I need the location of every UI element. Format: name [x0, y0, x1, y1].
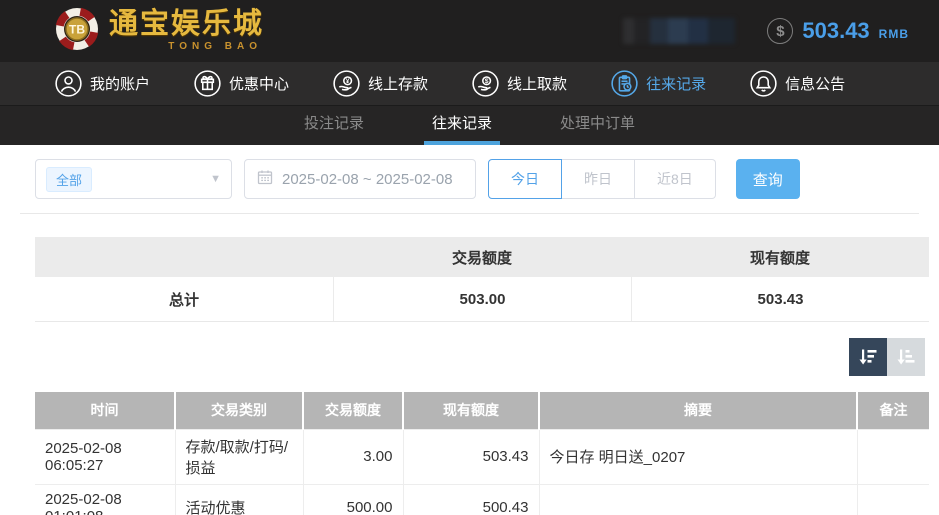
table-header-row: 时间 交易类别 交易额度 现有额度 摘要 备注	[35, 392, 929, 429]
nav-item-my-account[interactable]: 我的账户	[55, 70, 150, 97]
today-button[interactable]: 今日	[488, 159, 562, 199]
col-header-transaction-type: 交易类别	[175, 392, 304, 429]
sort-controls	[0, 338, 925, 376]
cell-remark	[856, 428, 929, 485]
table-row: 2025-02-08 01:01:08 活动优惠 500.00 500.43	[35, 483, 929, 515]
svg-text:¥: ¥	[346, 78, 350, 85]
casino-chip-icon: TB	[55, 7, 99, 56]
summary-total-label: 总计	[168, 291, 199, 309]
summary-total-row: 总计 503.00 503.43	[35, 277, 929, 322]
cell-time: 2025-02-08 01:01:08	[35, 483, 176, 515]
balance-currency: RMB	[878, 26, 909, 41]
col-header-remark: 备注	[857, 392, 929, 429]
filter-row: 全部 ▼ 2025-02-08 ~ 2025-02-08 今日 昨日 近8日 查…	[35, 159, 939, 199]
tab-bet-records[interactable]: 投注记录	[296, 106, 372, 145]
cell-summary: 今日存 明日送_0207	[538, 428, 858, 485]
summary-header-blank	[35, 237, 333, 277]
section-divider	[20, 213, 919, 214]
date-range-input[interactable]: 2025-02-08 ~ 2025-02-08	[244, 159, 476, 199]
top-header: TB 通宝娱乐城 TONG BAO $ 503.43 RMB	[0, 0, 939, 62]
selected-type-tag: 全部	[46, 166, 93, 192]
brand-name-en: TONG BAO	[168, 41, 263, 52]
summary-table-header: 交易额度 现有额度	[35, 237, 929, 277]
nav-item-label: 往来记录	[646, 76, 707, 93]
table-row: 2025-02-08 06:05:27 存款/取款/打码/损益 3.00 503…	[35, 428, 929, 485]
main-nav: 我的账户 优惠中心 ¥ 线上存款 $ 线上取款 往来记录 信息公告	[0, 62, 939, 105]
search-button[interactable]: 查询	[735, 159, 800, 199]
nav-item-label: 优惠中心	[229, 76, 290, 93]
svg-text:TB: TB	[69, 22, 85, 36]
summary-header-transaction-amount: 交易额度	[451, 249, 512, 267]
nav-item-withdraw[interactable]: $ 线上取款	[472, 70, 567, 97]
tab-pending-orders[interactable]: 处理中订单	[552, 106, 643, 145]
gift-icon	[194, 70, 221, 97]
summary-transaction-amount: 503.00	[333, 277, 631, 321]
nav-item-announcements[interactable]: 信息公告	[750, 70, 845, 97]
sort-asc-icon[interactable]	[887, 338, 925, 376]
tab-transaction-records[interactable]: 往来记录	[423, 106, 501, 145]
cell-transaction-amount: 500.00	[302, 483, 404, 515]
date-range-value: 2025-02-08 ~ 2025-02-08	[282, 170, 453, 188]
username-redacted	[623, 18, 736, 44]
cell-transaction-type: 活动优惠	[174, 483, 304, 515]
brand-text: 通宝娱乐城 TONG BAO	[109, 8, 265, 53]
nav-item-label: 线上存款	[368, 76, 429, 93]
type-select-dropdown[interactable]: 全部 ▼	[35, 159, 232, 199]
subtab-bar: 投注记录 往来记录 处理中订单	[0, 105, 939, 145]
nav-item-records[interactable]: 往来记录	[611, 70, 706, 97]
withdraw-icon: $	[472, 70, 499, 97]
quick-date-buttons: 今日 昨日 近8日	[488, 159, 716, 199]
svg-text:$: $	[485, 78, 489, 85]
cell-current-amount: 503.43	[402, 428, 540, 485]
sort-desc-icon[interactable]	[849, 338, 887, 376]
yesterday-button[interactable]: 昨日	[562, 159, 635, 199]
cell-transaction-type: 存款/取款/打码/损益	[174, 428, 304, 485]
cell-summary	[538, 483, 858, 515]
balance-amount: 503.43	[802, 18, 870, 43]
cell-transaction-amount: 3.00	[302, 428, 404, 485]
nav-item-label: 线上取款	[507, 76, 568, 93]
col-header-transaction-amount: 交易额度	[303, 392, 404, 429]
nav-item-deposit[interactable]: ¥ 线上存款	[333, 70, 428, 97]
cell-remark	[856, 483, 929, 515]
balance-display[interactable]: $ 503.43 RMB	[767, 18, 909, 44]
user-icon	[55, 70, 82, 97]
col-header-summary: 摘要	[539, 392, 858, 429]
bell-icon	[750, 70, 777, 97]
brand-logo[interactable]: TB 通宝娱乐城 TONG BAO	[55, 7, 264, 56]
cell-time: 2025-02-08 06:05:27	[35, 428, 176, 485]
nav-item-promotions[interactable]: 优惠中心	[194, 70, 289, 97]
records-icon	[611, 70, 638, 97]
summary-table: 交易额度 现有额度 总计 503.00 503.43	[35, 237, 929, 322]
transactions-table: 时间 交易类别 交易额度 现有额度 摘要 备注 2025-02-08 06:05…	[35, 392, 929, 515]
nav-item-label: 信息公告	[785, 76, 846, 93]
calendar-icon	[257, 169, 273, 189]
summary-current-amount: 503.43	[631, 277, 929, 321]
cell-current-amount: 500.43	[402, 483, 540, 515]
transaction-records-page: TB 通宝娱乐城 TONG BAO $ 503.43 RMB 我的账户 优惠中心…	[0, 0, 939, 515]
col-header-time: 时间	[35, 392, 176, 429]
chevron-down-icon: ▼	[210, 173, 221, 185]
dollar-icon: $	[767, 18, 794, 44]
last-8-days-button[interactable]: 近8日	[635, 159, 716, 199]
brand-name-cn: 通宝娱乐城	[109, 8, 265, 40]
col-header-current-amount: 现有额度	[403, 392, 540, 429]
deposit-icon: ¥	[333, 70, 360, 97]
nav-item-label: 我的账户	[90, 76, 151, 93]
header-right: $ 503.43 RMB	[623, 18, 909, 44]
summary-header-current-amount: 现有额度	[749, 249, 810, 267]
